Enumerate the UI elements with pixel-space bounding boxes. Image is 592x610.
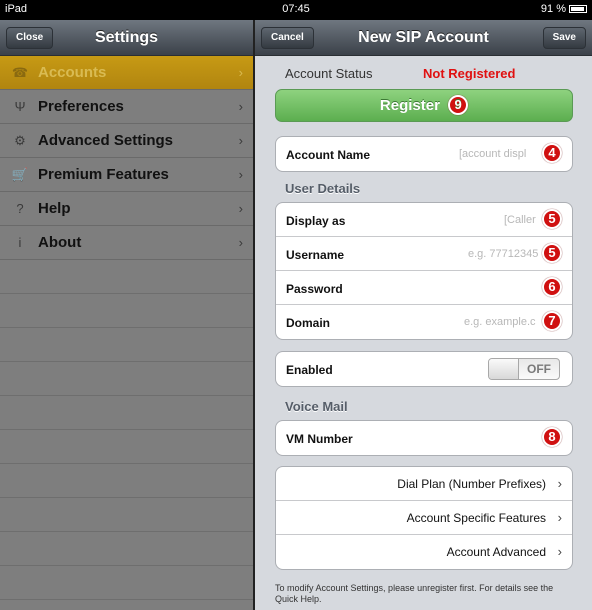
help-icon: ? — [16, 200, 24, 216]
chevron-right-icon: › — [557, 510, 562, 525]
sidebar-item-help[interactable]: ? Help › — [0, 192, 253, 226]
sidebar-item-label: Preferences — [38, 98, 124, 115]
enabled-group: Enabled OFF — [275, 351, 573, 387]
settings-navbar: Close Settings — [0, 20, 253, 56]
gears-icon: ⚙ — [14, 132, 26, 148]
sidebar-item-preferences[interactable]: Ψ Preferences › — [0, 90, 253, 124]
user-details-group: Display as [Caller 5 Username e.g. 77712… — [275, 202, 573, 340]
battery-icon — [569, 5, 587, 13]
voice-mail-group: VM Number 8 — [275, 420, 573, 456]
field-placeholder: [Caller — [504, 214, 536, 226]
sidebar-item-premium-features[interactable]: 🛒 Premium Features › — [0, 158, 253, 192]
field-label: Username — [286, 248, 345, 262]
empty-row — [0, 328, 253, 362]
settings-title: Settings — [94, 29, 159, 46]
save-button[interactable]: Save — [542, 27, 586, 49]
account-advanced-link[interactable]: Account Advanced › — [276, 535, 572, 569]
cutlery-icon: Ψ — [14, 98, 26, 114]
status-bar: iPad 07:45 91 % — [0, 0, 592, 20]
account-status-label: Account Status — [285, 66, 373, 81]
link-label: Dial Plan (Number Prefixes) — [397, 477, 546, 491]
field-label: Domain — [286, 316, 331, 330]
step-badge: 4 — [542, 143, 562, 163]
vm-number-field[interactable]: VM Number 8 — [276, 421, 572, 455]
chevron-right-icon: › — [238, 201, 243, 216]
empty-row — [0, 464, 253, 498]
chevron-right-icon: › — [238, 167, 243, 182]
section-title-user-details: User Details — [285, 181, 361, 196]
sidebar-item-label: About — [38, 234, 82, 251]
empty-row — [0, 430, 253, 464]
empty-row — [0, 396, 253, 430]
password-field[interactable]: Password 6 — [276, 271, 572, 305]
empty-row — [0, 362, 253, 396]
sidebar-item-label: Accounts — [38, 64, 107, 81]
display-as-field[interactable]: Display as [Caller 5 — [276, 203, 572, 237]
field-label: Password — [286, 282, 343, 296]
register-button[interactable]: Register 9 — [275, 89, 573, 122]
step-badge: 5 — [542, 209, 562, 229]
field-label: VM Number — [286, 432, 353, 446]
battery-indicator: 91 % — [541, 3, 587, 15]
phone-icon: ☎ — [11, 64, 29, 80]
field-placeholder: [account displ — [459, 148, 527, 160]
field-label: Display as — [286, 214, 346, 228]
status-time: 07:45 — [282, 3, 310, 15]
page-title: New SIP Account — [358, 29, 489, 46]
link-label: Account Specific Features — [406, 511, 546, 525]
empty-row — [0, 294, 253, 328]
account-name-field[interactable]: Account Name [account displ 4 — [276, 137, 572, 171]
section-title-voice-mail: Voice Mail — [285, 399, 348, 414]
account-links-group: Dial Plan (Number Prefixes) › Account Sp… — [275, 466, 573, 570]
register-label: Register — [379, 97, 440, 114]
chevron-right-icon: › — [557, 544, 562, 559]
step-badge: 6 — [542, 277, 562, 297]
account-status-value: Not Registered — [423, 66, 516, 81]
enabled-row: Enabled OFF — [276, 352, 572, 386]
battery-level: 91 % — [540, 3, 566, 15]
empty-row — [0, 260, 253, 294]
dial-plan-link[interactable]: Dial Plan (Number Prefixes) › — [276, 467, 572, 501]
info-icon: i — [18, 234, 22, 250]
field-label: Account Name — [286, 148, 371, 162]
enabled-toggle[interactable]: OFF — [488, 358, 560, 380]
settings-sidebar: Close Settings ☎ Accounts › Ψ Preference… — [0, 20, 253, 610]
account-name-group: Account Name [account displ 4 — [275, 136, 573, 172]
field-label: Enabled — [286, 363, 333, 377]
chevron-right-icon: › — [238, 65, 243, 80]
chevron-right-icon: › — [238, 133, 243, 148]
step-badge: 7 — [542, 311, 562, 331]
chevron-right-icon: › — [238, 235, 243, 250]
link-label: Account Advanced — [446, 545, 546, 559]
step-badge: 9 — [448, 94, 469, 115]
domain-field[interactable]: Domain e.g. example.c 7 — [276, 305, 572, 339]
field-placeholder: e.g. 77712345 — [468, 248, 539, 260]
sidebar-item-label: Premium Features — [38, 166, 169, 183]
account-navbar: Cancel New SIP Account Save — [255, 20, 592, 56]
toggle-state: OFF — [527, 362, 551, 376]
toggle-knob — [489, 359, 519, 379]
empty-row — [0, 600, 253, 610]
footer-note: To modify Account Settings, please unreg… — [275, 583, 554, 604]
username-field[interactable]: Username e.g. 77712345 5 — [276, 237, 572, 271]
account-specific-features-link[interactable]: Account Specific Features › — [276, 501, 572, 535]
sidebar-item-accounts[interactable]: ☎ Accounts › — [0, 56, 253, 90]
sidebar-item-about[interactable]: i About › — [0, 226, 253, 260]
step-badge: 8 — [542, 427, 562, 447]
sidebar-item-advanced-settings[interactable]: ⚙ Advanced Settings › — [0, 124, 253, 158]
empty-row — [0, 498, 253, 532]
sidebar-item-label: Help — [38, 200, 71, 217]
empty-row — [0, 532, 253, 566]
step-badge: 5 — [542, 243, 562, 263]
field-placeholder: e.g. example.c — [464, 316, 536, 328]
chevron-right-icon: › — [238, 99, 243, 114]
cart-icon: 🛒 — [11, 166, 29, 182]
empty-row — [0, 566, 253, 600]
sidebar-item-label: Advanced Settings — [38, 132, 174, 149]
account-detail-pane: Cancel New SIP Account Save Account Stat… — [255, 20, 592, 610]
chevron-right-icon: › — [557, 476, 562, 491]
